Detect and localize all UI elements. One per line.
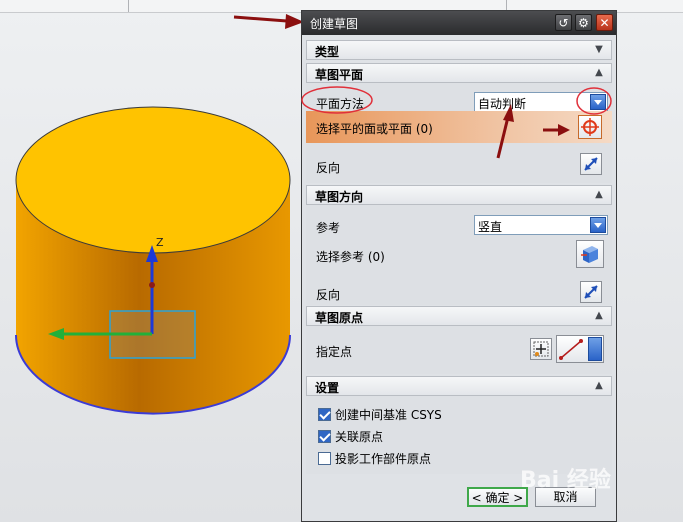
reference-select[interactable]: 竖直 bbox=[474, 215, 608, 235]
point-type-select[interactable] bbox=[556, 335, 604, 363]
dialog-titlebar[interactable]: 创建草图 ↺ ⚙ ✕ bbox=[302, 11, 616, 35]
chevron-up-icon[interactable]: ▲ bbox=[591, 378, 607, 394]
section-orientation-body: 参考 竖直 选择参考 (0) 反向 bbox=[306, 205, 612, 305]
dialog-title: 创建草图 bbox=[310, 17, 359, 31]
section-settings-label: 设置 bbox=[315, 381, 340, 395]
select-reference-label: 选择参考 (0) bbox=[316, 250, 385, 264]
watermark: Bai 经验 bbox=[520, 468, 611, 493]
chevron-up-icon[interactable]: ▲ bbox=[591, 187, 607, 203]
inferred-point-icon bbox=[559, 339, 583, 360]
section-origin-body: 指定点 bbox=[306, 326, 612, 374]
reverse-direction-icon bbox=[584, 285, 598, 299]
reverse-direction-icon bbox=[584, 157, 598, 171]
plane-method-select[interactable]: 自动判断 bbox=[474, 92, 608, 112]
select-face-label: 选择平的面或平面 (0) bbox=[316, 122, 433, 136]
ok-button[interactable]: < 确定 > bbox=[467, 487, 528, 507]
plane-method-value: 自动判断 bbox=[478, 97, 527, 111]
reference-label: 参考 bbox=[316, 221, 341, 235]
z-axis-label: Z bbox=[156, 236, 164, 249]
section-orientation-header[interactable]: 草图方向 ▲ bbox=[306, 185, 612, 205]
section-settings-header[interactable]: 设置 ▲ bbox=[306, 376, 612, 396]
crosshair-icon bbox=[581, 118, 599, 136]
select-reference-button[interactable] bbox=[576, 240, 604, 268]
section-orientation-label: 草图方向 bbox=[315, 190, 364, 204]
chevron-down-icon[interactable] bbox=[590, 94, 606, 110]
specify-point-label: 指定点 bbox=[316, 345, 353, 359]
cylinder-top-face bbox=[15, 106, 291, 254]
chevron-down-icon[interactable] bbox=[590, 217, 606, 233]
section-type-label: 类型 bbox=[315, 45, 340, 59]
point-constructor-icon bbox=[533, 341, 549, 357]
section-origin-header[interactable]: 草图原点 ▲ bbox=[306, 306, 612, 326]
point-dialog-button[interactable] bbox=[530, 338, 552, 360]
orientation-reverse-label: 反向 bbox=[316, 288, 341, 302]
checkbox-project-origin[interactable] bbox=[318, 452, 331, 465]
select-face-row[interactable]: 选择平的面或平面 (0) bbox=[306, 111, 612, 143]
section-plane-label: 草图平面 bbox=[315, 68, 364, 82]
create-sketch-dialog: 创建草图 ↺ ⚙ ✕ 类型 ▼ 草图平面 ▲ 平面方法 自动判断 选择平的面或平… bbox=[301, 10, 617, 522]
section-type-header[interactable]: 类型 ▼ bbox=[306, 40, 612, 60]
reset-icon[interactable]: ↺ bbox=[555, 14, 572, 31]
select-face-button[interactable] bbox=[578, 115, 602, 139]
section-plane-header[interactable]: 草图平面 ▲ bbox=[306, 63, 612, 83]
plane-reverse-button[interactable] bbox=[580, 153, 602, 175]
chevron-down-icon[interactable] bbox=[588, 337, 602, 361]
close-icon[interactable]: ✕ bbox=[596, 14, 613, 31]
chevron-up-icon[interactable]: ▲ bbox=[591, 308, 607, 324]
gear-icon[interactable]: ⚙ bbox=[575, 14, 592, 31]
section-origin-label: 草图原点 bbox=[315, 311, 364, 325]
plane-method-label: 平面方法 bbox=[316, 97, 365, 111]
chevron-up-icon[interactable]: ▲ bbox=[591, 65, 607, 81]
orientation-reverse-button[interactable] bbox=[580, 281, 602, 303]
project-origin-label: 投影工作部件原点 bbox=[335, 452, 432, 466]
origin-marker bbox=[149, 282, 155, 288]
plane-reverse-label: 反向 bbox=[316, 161, 341, 175]
reference-value: 竖直 bbox=[478, 220, 503, 234]
create-csys-label: 创建中间基准 CSYS bbox=[335, 408, 442, 422]
checkbox-create-csys[interactable] bbox=[318, 408, 331, 421]
associate-origin-label: 关联原点 bbox=[335, 430, 384, 444]
chevron-down-icon[interactable]: ▼ bbox=[591, 42, 607, 58]
section-plane-body: 平面方法 自动判断 选择平的面或平面 (0) 反向 bbox=[306, 83, 612, 183]
cube-icon bbox=[581, 246, 598, 263]
checkbox-associate-origin[interactable] bbox=[318, 430, 331, 443]
